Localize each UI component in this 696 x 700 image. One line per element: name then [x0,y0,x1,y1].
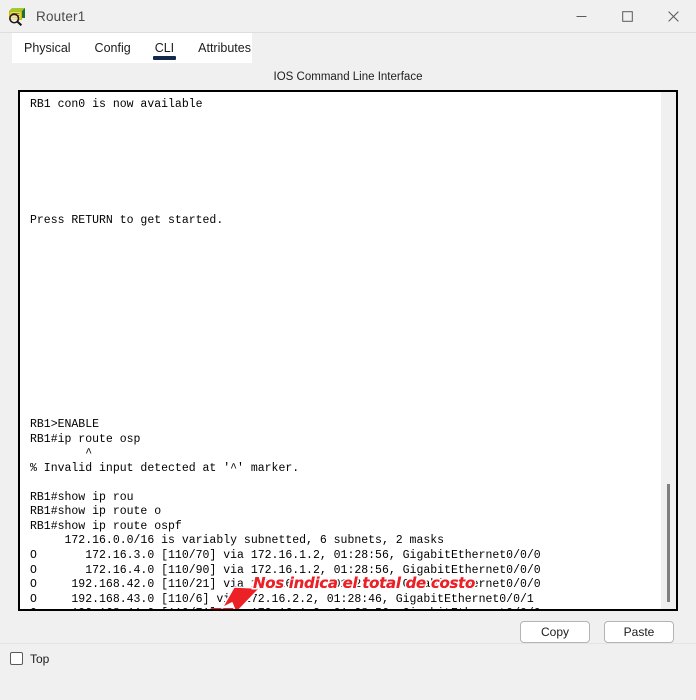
terminal-scrollbar[interactable] [661,92,676,609]
terminal-line: RB1#show ip route ospf [30,519,182,533]
paste-button[interactable]: Paste [604,621,674,643]
terminal-line: O 192.168.42.0 [110/21] via 172.16.1.2, … [30,578,541,592]
tab-config-label: Config [94,41,131,55]
tab-physical-label: Physical [24,41,71,55]
terminal-actions: Copy Paste [0,611,696,643]
terminal-container: RB1 con0 is now available Press RETURN t… [18,90,678,611]
tab-config[interactable]: Config [83,33,143,63]
router-cli-window: Router1 Physical Config CLI Attributes I… [0,0,696,700]
tab-attributes-label: Attributes [198,41,251,55]
terminal-line: RB1 con0 is now available [30,98,203,111]
cli-panel: IOS Command Line Interface RB1 con0 is n… [0,63,696,700]
close-button[interactable] [650,0,696,32]
tab-bar: Physical Config CLI Attributes [0,33,696,63]
tab-physical-underline [22,56,73,60]
top-checkbox-label: Top [30,651,50,666]
status-bar: Top [0,643,696,673]
terminal-line: RB1#show ip route o [30,505,162,519]
packet-tracer-router-icon [8,6,28,27]
cli-panel-header: IOS Command Line Interface [273,71,423,83]
title-bar: Router1 [0,0,696,33]
terminal-line: O 172.16.3.0 [110/70] via 172.16.1.2, 01… [30,548,541,562]
terminal-line: RB1#show ip rou [30,490,134,504]
terminal-line: Press RETURN to get started. [30,214,224,228]
terminal-line: O 172.16.4.0 [110/90] via 172.16.1.2, 01… [30,563,541,577]
tab-physical[interactable]: Physical [12,33,83,63]
copy-button[interactable]: Copy [520,621,590,643]
terminal-line: O 192.168.44.0 [110/71] via 172.16.1.2, … [30,607,661,609]
tab-attributes-underline [196,56,253,60]
minimize-button[interactable] [558,0,604,32]
terminal-line: O 192.168.43.0 [110/6] via 172.16.2.2, 0… [30,592,534,606]
terminal-output[interactable]: RB1 con0 is now available Press RETURN t… [20,92,661,609]
tab-cli-underline [152,56,177,60]
terminal-line: RB1#ip route osp [30,432,141,446]
terminal-line: % Invalid input detected at '^' marker. [30,461,300,475]
tab-cli-label: CLI [154,41,175,55]
terminal-line: ^ [30,447,93,461]
terminal-line: RB1>ENABLE [30,418,100,432]
terminal-line: 172.16.0.0/16 is variably subnetted, 6 s… [30,534,445,548]
top-checkbox[interactable] [10,652,23,665]
tab-attributes[interactable]: Attributes [186,33,263,63]
tab-config-underline [93,56,133,60]
maximize-button[interactable] [604,0,650,32]
terminal-scrollbar-thumb[interactable] [667,484,670,602]
tab-cli[interactable]: CLI [143,33,186,63]
window-title: Router1 [36,8,86,24]
